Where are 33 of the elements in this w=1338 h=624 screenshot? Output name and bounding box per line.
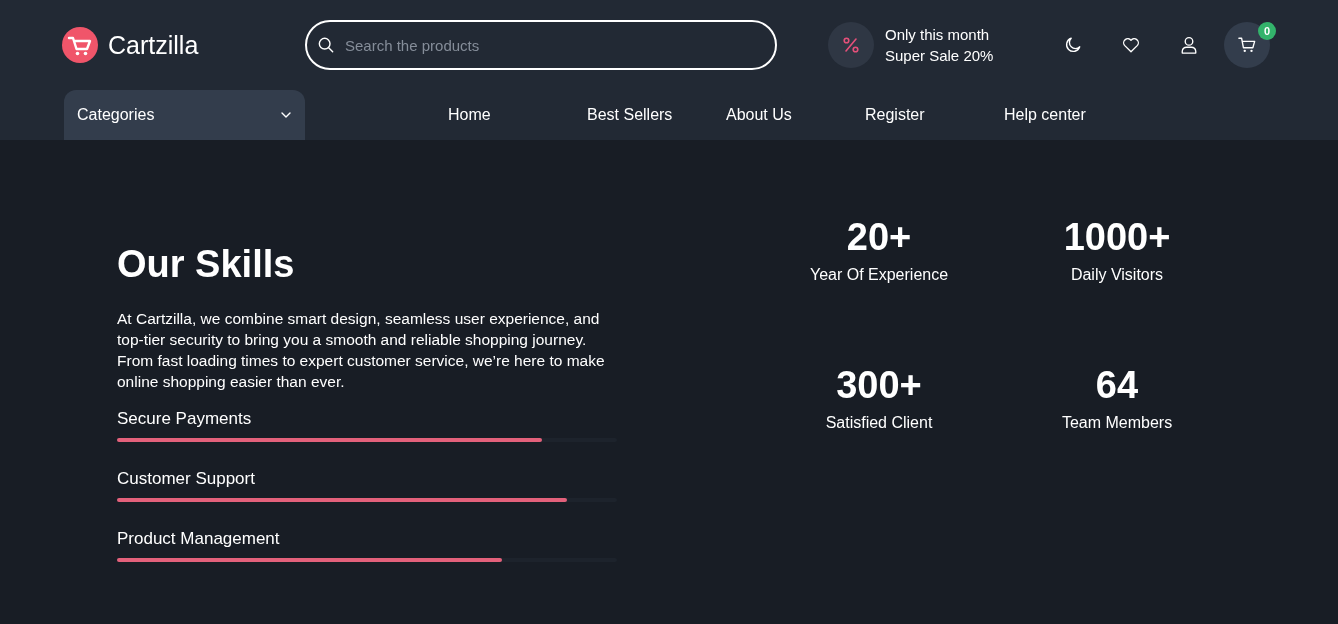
cart-icon <box>1238 36 1256 54</box>
search-field[interactable]: Search the products <box>305 20 777 70</box>
cart-button[interactable] <box>1224 22 1270 68</box>
promo-text: Super Sale 20% <box>885 46 994 66</box>
percent-icon <box>828 22 874 68</box>
moon-icon <box>1064 36 1082 54</box>
stat-label: Year Of Experience <box>809 265 949 285</box>
stat-label: Satisfied Client <box>825 413 933 433</box>
skill-label: Customer Support <box>117 468 255 490</box>
nav-link[interactable]: Register <box>865 104 925 126</box>
chevron-down-icon <box>281 112 291 118</box>
stat-value: 20+ <box>846 215 912 259</box>
nav-link[interactable]: Help center <box>1004 104 1086 126</box>
nav-link[interactable]: About Us <box>726 104 792 126</box>
nav-link[interactable]: Home <box>448 104 491 126</box>
stat-value: 1000+ <box>1063 215 1171 259</box>
section-title: Our Skills <box>117 242 296 287</box>
section-description: At Cartzilla, we combine smart design, seamless user experience, and top-tier security to bring you a smooth and reliable shopping journey. From fast loading times to expert customer service, we’re here to make online shopping easier than ever. <box>117 309 606 392</box>
categories-dropdown[interactable]: Categories <box>64 90 305 140</box>
nav-link[interactable]: Best Sellers <box>587 104 673 126</box>
cart-logo-icon[interactable] <box>62 27 98 63</box>
skill-label: Product Management <box>117 528 280 550</box>
stat-value: 64 <box>1095 363 1139 407</box>
stat-label: Daily Visitors <box>1070 265 1164 285</box>
promo-text: Only this month <box>885 25 990 45</box>
stat-value: 300+ <box>836 363 922 407</box>
search-icon <box>318 37 334 53</box>
skill-label: Secure Payments <box>117 408 252 430</box>
stat-label: Team Members <box>1061 413 1173 433</box>
brand-name[interactable]: Cartzilla <box>108 30 199 60</box>
heart-icon <box>1122 36 1140 54</box>
user-icon <box>1180 36 1198 54</box>
cart-count-badge: 0 <box>1258 22 1276 40</box>
